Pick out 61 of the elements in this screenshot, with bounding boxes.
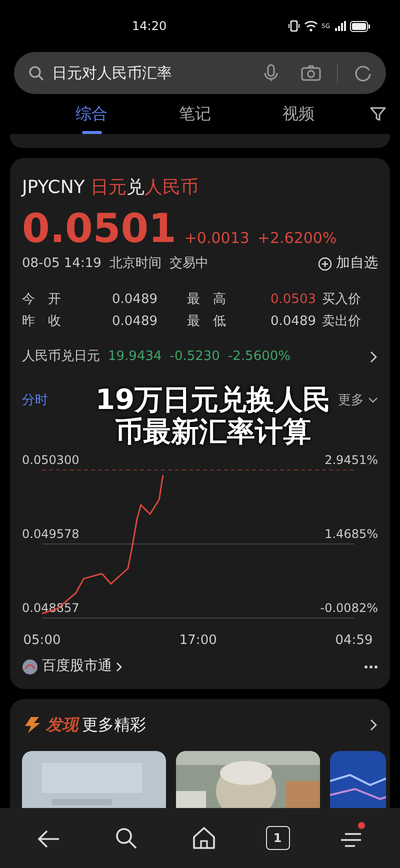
- clock: 14:20: [132, 18, 167, 35]
- chart-tab[interactable]: 分时: [22, 390, 48, 410]
- price-change: +0.0013: [184, 228, 250, 248]
- lightning-icon: [22, 716, 42, 734]
- wifi-icon: [304, 20, 318, 32]
- tabs-button[interactable]: 1: [266, 826, 290, 850]
- chevron-down-icon: [368, 397, 378, 404]
- market-state: 交易中: [169, 254, 208, 273]
- more-icon[interactable]: [364, 664, 378, 668]
- stat-label: 昨 收: [22, 312, 62, 330]
- inverse-percent: -2.5600%: [228, 348, 290, 366]
- search-icon: [28, 65, 44, 81]
- logo-icon: [22, 658, 38, 674]
- signal-icon: [334, 20, 346, 32]
- timestamp: 08-05 14:19: [22, 254, 102, 273]
- search-bar[interactable]: 日元对人民币汇率: [14, 52, 386, 94]
- percent-change: +2.6200%: [257, 228, 337, 248]
- quote-title: JPYCNY 日元兑人民币: [22, 176, 200, 200]
- stat-value: 0.0503: [270, 291, 317, 309]
- chart-tab[interactable]: 更多: [338, 390, 378, 410]
- filter-icon[interactable]: [370, 106, 386, 122]
- tab[interactable]: 笔记: [143, 98, 247, 130]
- chevron-right-icon[interactable]: [370, 350, 378, 363]
- stat-label: 最 低: [187, 312, 227, 330]
- overlay-title: 19万日元兑换人民币最新汇率计算: [94, 384, 332, 448]
- time-axis-label: 17:00: [179, 633, 217, 648]
- price: 0.0501: [22, 209, 176, 249]
- vibrate-icon: [288, 20, 300, 32]
- chevron-right-icon[interactable]: [370, 719, 378, 731]
- camera-icon[interactable]: [301, 65, 321, 81]
- stat-value: 0.0489: [270, 312, 317, 330]
- stat-label: 买入价: [322, 291, 362, 309]
- timezone: 北京时间: [109, 254, 162, 273]
- stat-value: 0.0489: [112, 312, 158, 330]
- chevron-right-icon: [116, 662, 123, 672]
- percent-axis-label: 1.4685%: [324, 527, 378, 542]
- percent-axis-label: 2.9451%: [324, 453, 378, 467]
- plus-icon: [318, 256, 332, 270]
- section-title: 发现 更多精彩: [46, 714, 146, 736]
- stat-label: 今 开: [22, 291, 62, 309]
- battery-icon: [350, 20, 370, 32]
- refresh-icon[interactable]: [354, 64, 372, 82]
- tab[interactable]: 视频: [246, 98, 350, 130]
- source-link[interactable]: 百度股市通: [22, 656, 123, 677]
- microphone-icon[interactable]: [263, 64, 279, 82]
- home-icon: [192, 826, 216, 850]
- axis-label: 0.050300: [22, 453, 80, 467]
- inverse-pair-label: 人民币兑日元: [22, 348, 100, 366]
- search-icon: [114, 826, 138, 850]
- stat-label: 卖出价: [322, 312, 362, 330]
- stat-value: 0.0489: [112, 291, 158, 309]
- inverse-rate: 19.9434: [108, 348, 162, 366]
- axis-label: 0.049578: [22, 527, 80, 542]
- back-arrow-icon: [36, 828, 61, 849]
- add-watchlist-button[interactable]: 加自选: [318, 253, 378, 274]
- percent-axis-label: -0.0082%: [320, 601, 378, 615]
- time-axis-label: 05:00: [23, 633, 61, 648]
- search-field[interactable]: 日元对人民币汇率: [52, 62, 255, 84]
- stat-label: 最 高: [187, 291, 227, 309]
- time-axis-label: 04:59: [335, 633, 373, 648]
- inverse-change: -0.5230: [170, 348, 220, 366]
